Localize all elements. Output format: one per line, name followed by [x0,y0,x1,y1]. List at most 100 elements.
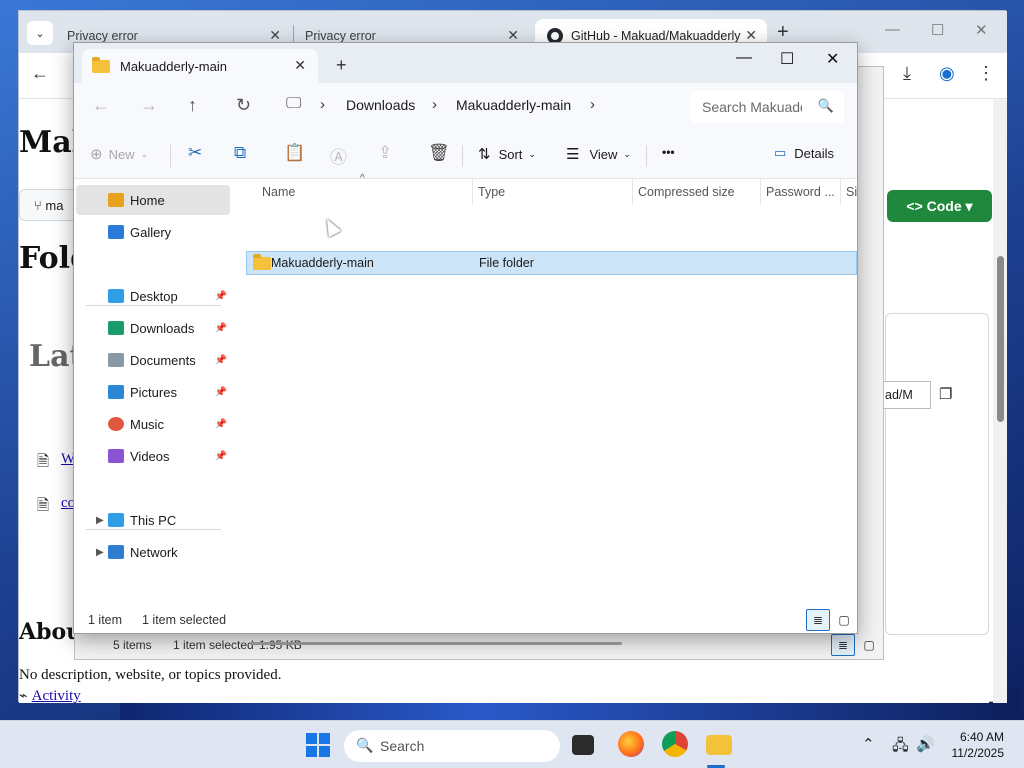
file-list: ^ Name Type Compressed size Password ...… [232,173,857,645]
horizontal-scrollbar[interactable] [250,642,622,645]
column-separator[interactable] [760,179,761,205]
copy-icon[interactable]: ⧉ [234,143,246,163]
chevron-up-icon[interactable]: ⌃ [862,735,875,753]
up-arrow-icon[interactable]: ↑ [188,95,197,116]
delete-icon[interactable]: 🗑 [428,143,450,163]
column-header-compressed-size[interactable]: Compressed size [638,185,735,199]
account-icon[interactable]: ◉ [939,63,955,84]
menu-icon[interactable]: ⋮ [977,63,995,84]
file-name: Makuadderly-main [271,256,374,270]
close-button[interactable]: ✕ [975,21,988,39]
volume-icon[interactable]: 🔊 [916,735,935,753]
pin-icon[interactable]: 📌 [215,451,227,462]
details-button[interactable]: ▭ Details [774,145,834,161]
windows-logo-icon [319,733,330,744]
file-explorer-icon[interactable] [706,735,732,755]
tab-search-dropdown[interactable]: ⌄ [27,21,53,45]
plus-circle-icon: ⊕ [90,146,103,163]
firefox-icon[interactable] [618,731,644,757]
tiles-view-icon[interactable]: ▢ [857,634,881,656]
back-arrow-icon[interactable]: ← [92,95,110,116]
details-view-icon[interactable]: ≣ [806,609,830,631]
download-icon[interactable]: ⤓ [903,63,911,84]
view-button[interactable]: ☰ View ⌄ [566,145,631,163]
breadcrumb-chevron-icon[interactable]: › [590,96,595,113]
explorer-tab-title: Makuadderly-main [120,58,227,74]
back-arrow-icon[interactable]: ← [31,63,49,84]
breadcrumb-chevron-icon[interactable]: › [320,96,325,113]
network-icon[interactable]: 🖧 [892,735,909,760]
column-header-password[interactable]: Password ... [766,185,835,199]
sidebar-item-downloads[interactable]: Downloads 📌 [84,313,229,343]
new-tab-button[interactable]: + [777,21,789,44]
sidebar-item-documents[interactable]: Documents 📌 [84,345,229,375]
sidebar-item-network[interactable]: ▶ Network [84,537,229,567]
column-separator[interactable] [840,179,841,205]
chevron-right-icon[interactable]: ▶ [96,547,104,558]
copy-icon[interactable]: ❐ [939,385,952,403]
refresh-icon[interactable]: ↻ [236,95,251,116]
explorer-tab[interactable]: Makuadderly-main ✕ [82,49,318,83]
search-box[interactable]: Search Makuadderly-main 🔍 [690,91,844,123]
column-header-type[interactable]: Type [478,185,505,199]
pin-icon[interactable]: 📌 [215,355,227,366]
monitor-icon[interactable]: 🖵 [286,95,301,113]
sidebar-item-videos[interactable]: Videos 📌 [84,441,229,471]
cut-icon[interactable]: ✂ [188,143,202,163]
minimize-button[interactable]: — [885,21,900,38]
git-branch-icon: ⑂ [34,198,46,213]
column-separator[interactable] [632,179,633,205]
sort-button[interactable]: ⇅ Sort ⌄ [478,145,536,163]
breadcrumb-chevron-icon[interactable]: › [432,96,437,113]
column-header-size[interactable]: Si [846,185,857,199]
start-button[interactable] [306,733,330,757]
videos-icon [108,449,124,463]
sidebar-item-desktop[interactable]: Desktop 📌 [84,281,229,311]
maximize-button[interactable]: ☐ [780,49,794,69]
breadcrumb-downloads[interactable]: Downloads [346,97,415,113]
page-scroll-thumb[interactable] [997,256,1004,422]
search-input[interactable]: Search Makuadderly-main [702,99,802,115]
sidebar-item-gallery[interactable]: Gallery [76,217,221,247]
activity-row[interactable]: ⌁ Activity [19,687,81,703]
pin-icon[interactable]: 📌 [215,419,227,430]
sidebar-item-this-pc[interactable]: ▶ This PC [84,505,229,535]
rename-icon[interactable]: Ⓐ [330,143,347,168]
column-separator[interactable] [472,179,473,205]
separator [462,145,463,167]
close-tab-icon[interactable]: ✕ [294,57,306,74]
pin-icon[interactable]: 📌 [215,291,227,302]
task-view-icon[interactable] [572,735,594,755]
more-options-icon[interactable]: ••• [662,145,675,159]
chevron-right-icon[interactable]: ▶ [96,515,104,526]
taskbar-search[interactable]: 🔍 Search [344,730,560,762]
table-row[interactable]: Makuadderly-main File folder [246,251,857,275]
details-pane-icon: ▭ [774,145,787,160]
clone-url-input[interactable]: ad/M [881,381,931,409]
close-button[interactable]: ✕ [826,49,839,69]
new-button[interactable]: ⊕ New ⌄ [90,145,148,163]
sidebar-item-pictures[interactable]: Pictures 📌 [84,377,229,407]
tiles-view-icon[interactable]: ▢ [832,609,856,631]
details-view-icon[interactable]: ≣ [831,634,855,656]
minimize-button[interactable]: — [736,49,752,67]
paste-icon[interactable]: 📋 [284,143,305,163]
sidebar-item-music[interactable]: Music 📌 [84,409,229,439]
maximize-button[interactable]: ☐ [931,21,944,39]
forward-arrow-icon[interactable]: → [140,95,158,116]
clock[interactable]: 6:40 AM 11/2/2025 [940,729,1005,761]
this-pc-icon [108,513,124,527]
share-icon[interactable]: ⇪ [378,143,392,163]
pin-icon[interactable]: 📌 [215,387,227,398]
branch-selector[interactable]: ⑂ ma [19,189,79,221]
breadcrumb-current[interactable]: Makuadderly-main [456,97,571,113]
new-label: New [108,146,135,162]
sidebar-item-home[interactable]: Home [76,185,230,215]
column-header-name[interactable]: Name [262,185,295,199]
code-button[interactable]: <> Code ▾ [887,190,992,222]
pin-icon[interactable]: 📌 [215,323,227,334]
sort-label: Sort [498,146,523,162]
new-tab-button[interactable]: + [336,55,347,76]
chrome-icon[interactable] [662,731,688,757]
activity-link[interactable]: Activity [32,688,81,703]
